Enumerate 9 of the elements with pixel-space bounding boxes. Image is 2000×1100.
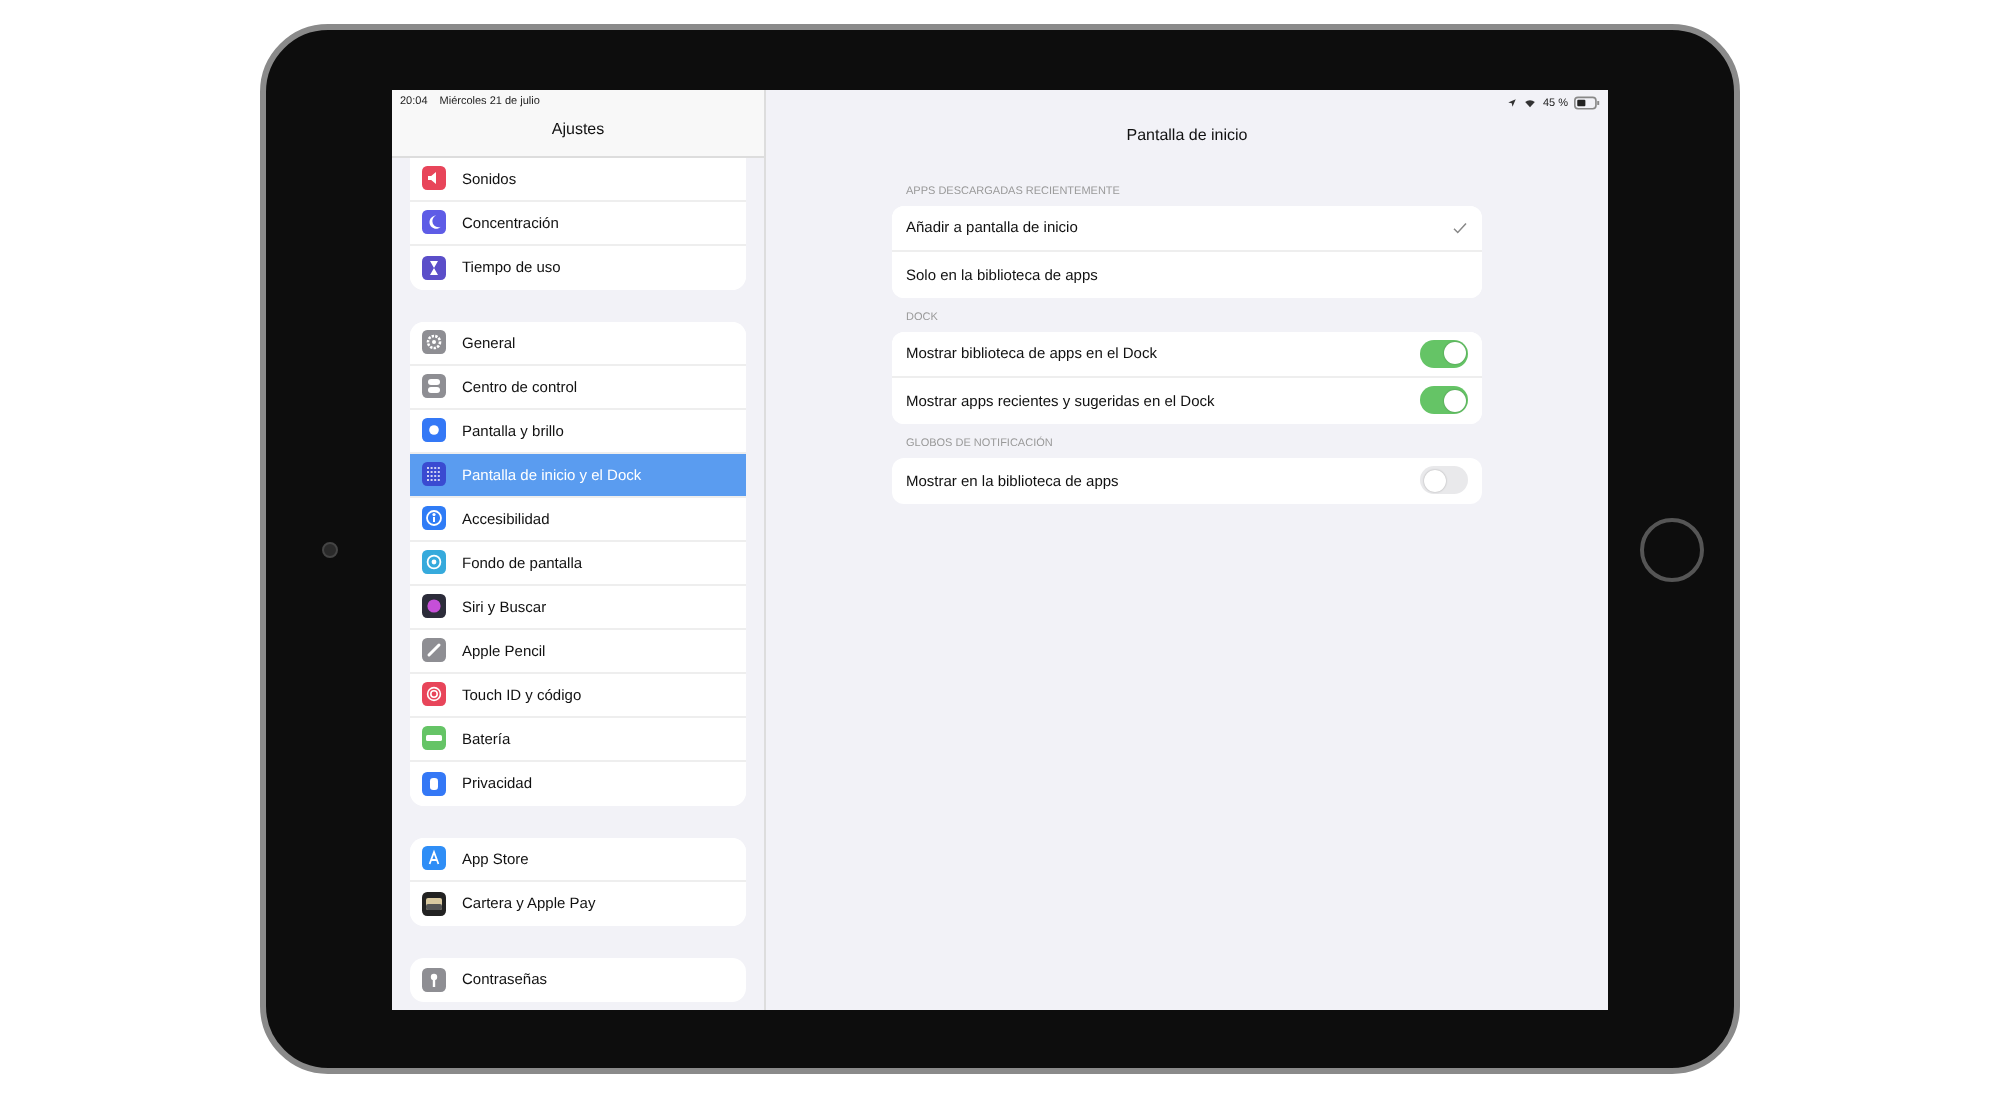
location-arrow-icon: [1506, 98, 1519, 108]
toggle-switch[interactable]: [1420, 466, 1468, 494]
camera-lens: [321, 541, 337, 557]
wifi-icon: [1524, 98, 1537, 108]
page-title: Pantalla de inicio: [1124, 125, 1250, 143]
toggle-switch[interactable]: [1420, 386, 1468, 414]
sidebar-title: Ajustes: [549, 119, 607, 137]
battery-icon: [1574, 96, 1600, 110]
toggle-switch[interactable]: [1420, 339, 1468, 367]
